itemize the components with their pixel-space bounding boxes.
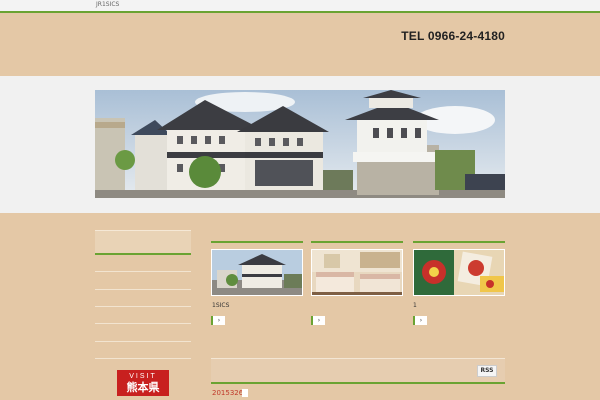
visit-kumamoto-banner[interactable]: VISIT 熊本県: [117, 370, 169, 396]
sidebar-divider: [95, 323, 191, 324]
news-date: 2015326: [212, 389, 244, 397]
card-rule: [413, 241, 505, 243]
card-thumbnail-craft[interactable]: [413, 249, 505, 296]
site-crumb[interactable]: JR1SICS: [96, 1, 119, 8]
news-heading: RSS: [211, 358, 505, 384]
phone-number: TEL 0966-24-4180: [401, 29, 505, 43]
sidebar-divider: [95, 306, 191, 307]
news-link[interactable]: [242, 389, 248, 397]
card-more-button[interactable]: ›: [413, 316, 427, 325]
card-thumbnail-street[interactable]: [211, 249, 303, 296]
card-rule: [311, 241, 403, 243]
card-more-button[interactable]: ›: [311, 316, 325, 325]
card-caption: 1: [413, 302, 417, 309]
top-bar: JR1SICS: [0, 0, 600, 13]
card-more-button[interactable]: ›: [211, 316, 225, 325]
sidebar-divider: [95, 271, 191, 272]
sidebar-heading: [95, 230, 191, 255]
card-thumbnail-room[interactable]: [311, 249, 403, 296]
banner-line-2: 熊本県: [126, 382, 160, 394]
banner-line-1: VISIT: [129, 373, 157, 380]
rss-button[interactable]: RSS: [477, 365, 497, 377]
card-rule: [211, 241, 303, 243]
hero-image: [95, 90, 505, 198]
sidebar-divider: [95, 341, 191, 342]
sidebar-divider: [95, 289, 191, 290]
sidebar-divider: [95, 358, 191, 359]
card-caption: 1SICS: [212, 302, 230, 309]
sidebar: [95, 230, 191, 255]
